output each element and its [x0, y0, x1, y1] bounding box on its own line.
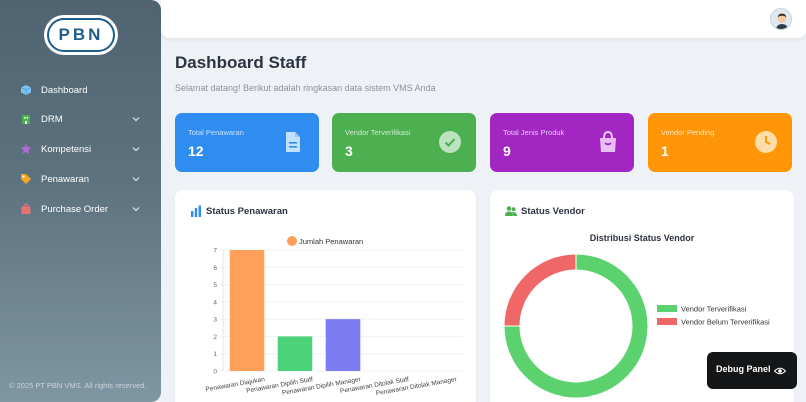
stat-value: 3 [345, 143, 353, 159]
y-tick-label: 0 [213, 369, 217, 376]
stat-card-vendor-pending: Vendor Pending 1 [648, 113, 792, 172]
sidebar-item-label: Purchase Order [41, 203, 109, 215]
legend-swatch [657, 318, 677, 325]
sidebar-item-purchase-order[interactable]: Purchase Order [0, 198, 161, 220]
tag-icon [21, 174, 31, 184]
document-icon [286, 132, 300, 152]
clock-icon [755, 131, 777, 153]
debug-panel-label: Debug Panel [716, 364, 771, 374]
star-icon [20, 143, 32, 154]
legend-swatch [287, 236, 297, 246]
stat-label: Vendor Terverifikasi [345, 128, 411, 137]
building-icon [22, 115, 30, 124]
sidebar-item-label: Dashboard [41, 84, 88, 96]
y-tick-label: 3 [213, 317, 217, 324]
sidebar-item-label: DRM [41, 113, 63, 125]
check-circle-icon [439, 131, 461, 153]
stat-value: 9 [503, 143, 511, 159]
sidebar-item-label: Kompetensi [41, 143, 92, 155]
legend-label: Vendor Belum Terverifikasi [681, 318, 770, 327]
debug-panel-button[interactable]: Debug Panel [707, 352, 797, 389]
sidebar: PBN Dashboard DRM Kompetensi Penawaran P… [0, 0, 161, 402]
stat-label: Total Penawaran [188, 128, 244, 137]
bar [325, 319, 361, 371]
chevron-down-icon [132, 177, 140, 182]
stat-value: 1 [661, 143, 669, 159]
topbar [161, 0, 806, 38]
page-subtitle: Selamat datang! Berikut adalah ringkasan… [175, 83, 436, 93]
sidebar-item-drm[interactable]: DRM [0, 108, 161, 130]
sidebar-item-dashboard[interactable]: Dashboard [0, 79, 161, 101]
chart-title: Distribusi Status Vendor [590, 233, 695, 243]
cart-icon [21, 203, 31, 214]
bar [277, 336, 313, 371]
page-title: Dashboard Staff [175, 53, 307, 72]
cube-icon [20, 85, 32, 95]
y-tick-label: 7 [213, 248, 217, 255]
sidebar-item-label: Penawaran [41, 173, 90, 185]
eye-icon [774, 367, 786, 375]
y-tick-label: 1 [213, 351, 217, 358]
legend-label: Vendor Terverifikasi [681, 305, 747, 314]
stat-card-vendor-terverifikasi: Vendor Terverifikasi 3 [332, 113, 476, 172]
shopping-bag-icon [600, 130, 616, 152]
sidebar-item-penawaran[interactable]: Penawaran [0, 168, 161, 190]
copyright-text: © 2025 PT PBN VMS. All rights reserved. [9, 381, 147, 390]
status-penawaran-panel: Status Penawaran Jumlah Penawaran 0 1 2 3 4 5 6… [175, 190, 476, 402]
stat-value: 12 [188, 143, 204, 159]
bar [229, 250, 265, 371]
logo-text: PBN [58, 25, 104, 44]
stat-label: Total Jenis Produk [503, 128, 565, 137]
stat-label: Vendor Pending [661, 128, 715, 137]
chevron-down-icon [132, 147, 140, 152]
logo[interactable]: PBN [47, 18, 115, 52]
chevron-down-icon [132, 207, 140, 212]
y-tick-label: 4 [213, 299, 217, 306]
sidebar-item-kompetensi[interactable]: Kompetensi [0, 138, 161, 160]
legend-swatch [657, 305, 677, 312]
stat-card-total-jenis-produk: Total Jenis Produk 9 [490, 113, 634, 172]
y-tick-label: 2 [213, 334, 217, 341]
avatar[interactable] [770, 8, 792, 30]
doughnut-slice [503, 253, 577, 327]
y-tick-label: 5 [213, 282, 217, 289]
y-tick-label: 6 [213, 265, 217, 272]
stat-card-total-penawaran: Total Penawaran 12 [175, 113, 319, 172]
legend-label: Jumlah Penawaran [299, 237, 363, 246]
chevron-down-icon [132, 117, 140, 122]
bar-chart: Jumlah Penawaran01234567Penawaran Diajuk… [205, 236, 463, 397]
